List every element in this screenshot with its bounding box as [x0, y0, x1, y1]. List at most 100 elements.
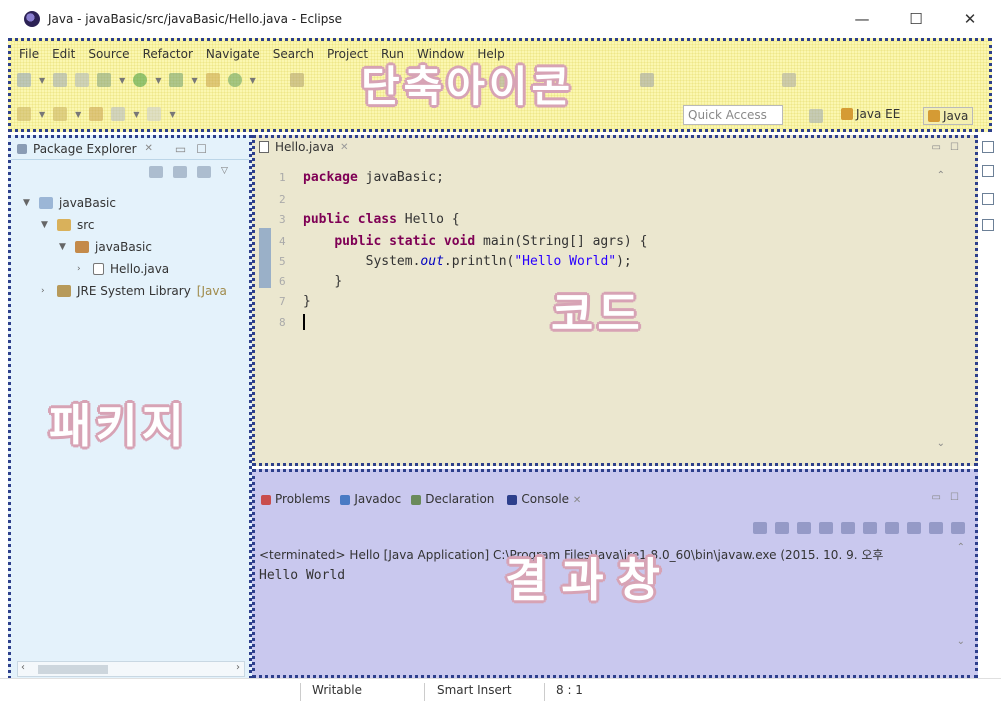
- chevron-down-icon[interactable]: ▼: [41, 220, 51, 230]
- perspective-java-ee[interactable]: Java EE: [841, 107, 900, 121]
- new-icon[interactable]: [17, 73, 31, 87]
- pin-console-icon[interactable]: [907, 522, 921, 534]
- horizontal-scrollbar[interactable]: ‹ ›: [17, 661, 245, 677]
- code-line-5[interactable]: 5 System.out.println("Hello World");: [279, 254, 632, 269]
- new-java-project-icon[interactable]: [205, 73, 220, 87]
- menu-help[interactable]: Help: [477, 47, 504, 61]
- menu-source[interactable]: Source: [88, 47, 129, 61]
- new-class-icon[interactable]: [227, 73, 242, 87]
- console-output[interactable]: Hello World: [259, 568, 345, 583]
- scroll-up-icon[interactable]: ⌃: [937, 170, 945, 181]
- terminate-icon[interactable]: [753, 522, 767, 534]
- code-line-2[interactable]: 2: [279, 192, 303, 207]
- close-button[interactable]: ✕: [950, 8, 990, 30]
- chevron-down-icon[interactable]: ▼: [250, 76, 256, 85]
- menu-refactor[interactable]: Refactor: [143, 47, 193, 61]
- chevron-down-icon[interactable]: ▼: [191, 76, 197, 85]
- scroll-up-icon[interactable]: ⌃: [957, 542, 965, 553]
- menu-project[interactable]: Project: [327, 47, 368, 61]
- code-line-3[interactable]: 3 public class Hello {: [279, 212, 460, 227]
- save-all-icon[interactable]: [75, 73, 90, 87]
- menu-navigate[interactable]: Navigate: [206, 47, 260, 61]
- maximize-view-icon[interactable]: ☐: [196, 142, 207, 156]
- link-with-editor-icon[interactable]: [173, 166, 187, 178]
- chevron-down-icon[interactable]: ▼: [133, 110, 139, 119]
- word-wrap-icon[interactable]: [841, 522, 855, 534]
- toggle-icon[interactable]: [491, 73, 506, 87]
- tab-javadoc[interactable]: Javadoc: [340, 492, 401, 506]
- tree-item-jre-library[interactable]: › JRE System Library [Java: [41, 284, 227, 298]
- show-on-error-icon[interactable]: [885, 522, 899, 534]
- open-type-icon[interactable]: [289, 73, 304, 87]
- scroll-down-icon[interactable]: ⌄: [957, 636, 965, 647]
- menu-file[interactable]: File: [19, 47, 39, 61]
- tree-item-hello-java[interactable]: › Hello.java: [77, 262, 169, 276]
- remove-launch-icon[interactable]: [775, 522, 789, 534]
- save-icon[interactable]: [53, 73, 68, 87]
- code-line-7[interactable]: 7}: [279, 294, 311, 309]
- maximize-button[interactable]: ☐: [896, 8, 936, 30]
- menu-search[interactable]: Search: [273, 47, 314, 61]
- pin-icon[interactable]: [781, 73, 796, 87]
- restore-view-icon[interactable]: [982, 193, 994, 205]
- chevron-down-icon[interactable]: ▼: [155, 76, 161, 85]
- back-icon[interactable]: [111, 107, 126, 121]
- scroll-right-icon[interactable]: ›: [236, 662, 240, 673]
- view-menu-icon[interactable]: ▽: [221, 166, 235, 178]
- tree-item-package[interactable]: ▼ javaBasic: [59, 240, 152, 254]
- tab-console[interactable]: Console ✕: [504, 492, 584, 506]
- outline-view-icon[interactable]: [982, 165, 994, 177]
- external-tools-icon[interactable]: [169, 73, 184, 87]
- menu-edit[interactable]: Edit: [52, 47, 75, 61]
- tab-problems[interactable]: Problems: [261, 492, 330, 506]
- collapse-all-icon[interactable]: [149, 166, 163, 178]
- chevron-right-icon[interactable]: ›: [41, 286, 51, 296]
- restore-view-icon[interactable]: [982, 141, 994, 153]
- next-annotation-icon[interactable]: [17, 107, 31, 121]
- forward-icon[interactable]: [147, 107, 162, 121]
- chevron-down-icon[interactable]: ▼: [75, 110, 81, 119]
- maximize-view-icon[interactable]: ☐: [950, 492, 959, 503]
- tree-item-project[interactable]: ▼ javaBasic: [23, 196, 116, 210]
- filter-icon[interactable]: [197, 166, 211, 178]
- show-on-output-icon[interactable]: [863, 522, 877, 534]
- open-console-icon[interactable]: [951, 522, 965, 534]
- remove-all-icon[interactable]: [797, 522, 811, 534]
- debug-icon[interactable]: [97, 73, 112, 87]
- chevron-right-icon[interactable]: ›: [77, 264, 87, 274]
- chevron-down-icon[interactable]: ▼: [119, 76, 125, 85]
- tree-item-src[interactable]: ▼ src: [41, 218, 95, 232]
- scroll-down-icon[interactable]: ⌄: [937, 438, 945, 449]
- minimize-view-icon[interactable]: ▭: [175, 142, 186, 156]
- perspective-java[interactable]: Java: [923, 107, 974, 125]
- code-line-1[interactable]: 1 package javaBasic;: [279, 170, 444, 185]
- scrollbar-thumb[interactable]: [38, 665, 108, 674]
- minimize-view-icon[interactable]: ▭: [932, 142, 941, 153]
- code-line-8[interactable]: 8: [279, 314, 305, 330]
- tab-declaration[interactable]: Declaration: [411, 492, 494, 506]
- menu-window[interactable]: Window: [417, 47, 464, 61]
- quick-access-input[interactable]: Quick Access: [683, 105, 783, 125]
- editor-tab-hello-java[interactable]: Hello.java ✕: [259, 140, 349, 154]
- minimize-button[interactable]: —: [842, 8, 882, 30]
- chevron-down-icon[interactable]: ▼: [59, 242, 69, 252]
- chevron-down-icon[interactable]: ▼: [23, 198, 33, 208]
- run-icon[interactable]: [133, 73, 148, 87]
- chevron-down-icon[interactable]: ▼: [39, 110, 45, 119]
- maximize-view-icon[interactable]: ☐: [950, 142, 959, 153]
- scroll-left-icon[interactable]: ‹: [21, 662, 25, 673]
- scroll-lock-icon[interactable]: [819, 522, 833, 534]
- minimize-view-icon[interactable]: ▭: [932, 492, 941, 503]
- close-icon[interactable]: ✕: [573, 495, 581, 506]
- code-line-4[interactable]: 4 public static void main(String[] agrs)…: [279, 234, 647, 249]
- close-icon[interactable]: ✕: [340, 142, 348, 153]
- close-icon[interactable]: ✕: [145, 143, 153, 154]
- task-list-icon[interactable]: [982, 219, 994, 231]
- previous-annotation-icon[interactable]: [53, 107, 68, 121]
- chevron-down-icon[interactable]: ▼: [169, 110, 175, 119]
- package-explorer-tab[interactable]: Package Explorer ✕ ▭ ☐: [11, 138, 249, 160]
- restore-icon[interactable]: [639, 73, 654, 87]
- last-edit-icon[interactable]: [89, 107, 104, 121]
- display-console-icon[interactable]: [929, 522, 943, 534]
- menu-run[interactable]: Run: [381, 47, 404, 61]
